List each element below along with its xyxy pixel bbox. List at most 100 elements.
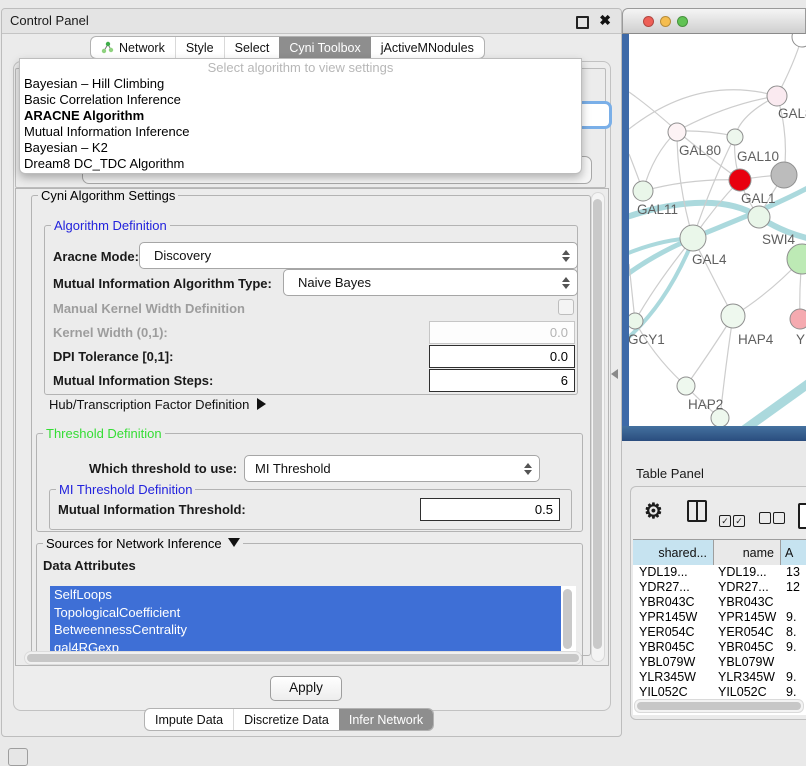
sources-title: Sources for Network Inference xyxy=(46,536,222,551)
column-header-name[interactable]: name xyxy=(714,540,781,566)
manual-kernel-label: Manual Kernel Width Definition xyxy=(53,301,245,316)
algorithm-option[interactable]: Bayesian – Hill Climbing xyxy=(20,76,581,92)
table-cell: YDL19... xyxy=(714,565,781,580)
tab-cyni-toolbox[interactable]: Cyni Toolbox xyxy=(279,37,370,58)
table-row[interactable]: YPR145WYPR145W9. xyxy=(633,610,806,625)
network-node-gcy1[interactable] xyxy=(629,313,643,329)
which-threshold-combo[interactable]: MI Threshold xyxy=(244,455,540,482)
table-cell: YDR27... xyxy=(633,580,714,595)
table-cell: 9. xyxy=(781,610,806,625)
network-node-gal11[interactable] xyxy=(633,181,653,201)
deselect-all-columns-icon[interactable] xyxy=(759,511,787,529)
close-icon[interactable]: ✖ xyxy=(599,12,611,29)
network-canvas[interactable]: GAL8GAL80GAL10GAL1GAL11SWI4GAL4GCY1HAP4Y… xyxy=(629,34,806,426)
network-node-hap4[interactable] xyxy=(721,304,745,328)
close-traffic-light[interactable] xyxy=(643,16,654,27)
data-attribute-item[interactable]: BetweennessCentrality xyxy=(50,621,561,639)
combo-stepper-icon xyxy=(523,463,532,475)
network-node-hap2[interactable] xyxy=(677,377,695,395)
algorithm-option[interactable]: Dream8 DC_TDC Algorithm xyxy=(20,156,581,172)
zoom-traffic-light[interactable] xyxy=(677,16,688,27)
data-attribute-item[interactable]: SelfLoops xyxy=(50,586,561,604)
algorithm-option[interactable]: Bayesian – K2 xyxy=(20,140,581,156)
combo-value: Discovery xyxy=(140,248,561,263)
mi-threshold-field[interactable]: 0.5 xyxy=(420,498,560,521)
float-window-icon[interactable] xyxy=(576,16,589,29)
table-cell: YIL052C xyxy=(633,685,714,700)
network-node-y[interactable] xyxy=(790,309,806,329)
tab-select[interactable]: Select xyxy=(224,37,280,58)
mi-threshold-definition-group: MI Threshold Definition Mutual Informati… xyxy=(49,489,572,530)
bottom-tabbar: Impute Data Discretize Data Infer Networ… xyxy=(144,708,434,731)
algorithm-option[interactable]: Basic Correlation Inference xyxy=(20,92,581,108)
algorithm-option[interactable]: Mutual Information Inference xyxy=(20,124,581,140)
aracne-mode-label: Aracne Mode: xyxy=(53,249,139,264)
mi-threshold-label: Mutual Information Threshold: xyxy=(58,502,246,517)
table-header: shared... name A xyxy=(633,539,806,567)
column-header-clipped[interactable]: A xyxy=(781,540,806,566)
collapse-down-icon xyxy=(228,538,240,547)
dropdown-placeholder: Select algorithm to view settings xyxy=(20,59,581,76)
table-cell: YER054C xyxy=(633,625,714,640)
tab-discretize-data[interactable]: Discretize Data xyxy=(233,709,339,730)
tab-label: Style xyxy=(186,41,214,55)
table-cell: YER054C xyxy=(714,625,781,640)
export-table-icon[interactable] xyxy=(798,503,806,529)
tab-jactivemnodules[interactable]: jActiveMNodules xyxy=(371,37,484,58)
minimize-traffic-light[interactable] xyxy=(660,16,671,27)
network-node-gal80[interactable] xyxy=(668,123,686,141)
tab-infer-network[interactable]: Infer Network xyxy=(339,709,433,730)
table-row[interactable]: YIL052CYIL052C9. xyxy=(633,685,806,700)
network-edge xyxy=(635,321,686,386)
data-attribute-item[interactable]: TopologicalCoefficient xyxy=(50,604,561,622)
dpi-tolerance-field[interactable]: 0.0 xyxy=(429,345,575,368)
mi-steps-field[interactable]: 6 xyxy=(429,369,575,392)
network-node-gal1[interactable] xyxy=(729,169,751,191)
tab-network[interactable]: Network xyxy=(91,37,175,58)
mi-type-combo[interactable]: Naive Bayes xyxy=(283,269,578,296)
group-title: MI Threshold Definition xyxy=(56,482,195,497)
table-cell: 8. xyxy=(781,625,806,640)
mi-steps-label: Mutual Information Steps: xyxy=(53,373,213,388)
settings-horizontal-scrollbar[interactable] xyxy=(24,651,582,665)
table-horizontal-scrollbar[interactable] xyxy=(634,699,804,713)
network-node-label: Y xyxy=(796,332,805,347)
control-panel-window: Control Panel ✖ Network Style Select Cyn… xyxy=(1,8,622,737)
aracne-mode-combo[interactable]: Discovery xyxy=(139,242,578,269)
panel-divider-arrow[interactable] xyxy=(611,369,618,379)
tab-impute-data[interactable]: Impute Data xyxy=(145,709,233,730)
network-node[interactable] xyxy=(771,162,797,188)
table-cell: YBR043C xyxy=(633,595,714,610)
select-all-columns-icon[interactable]: ✓✓ xyxy=(719,511,747,529)
apply-button[interactable]: Apply xyxy=(270,676,342,701)
algorithm-option[interactable]: ARACNE Algorithm xyxy=(20,108,581,124)
threshold-definition-group: Threshold Definition Which threshold to … xyxy=(36,433,583,532)
gear-icon[interactable]: ⚙ xyxy=(644,499,663,524)
settings-vertical-scrollbar[interactable] xyxy=(591,192,605,662)
network-node[interactable] xyxy=(792,34,806,47)
table-row[interactable]: YBR043CYBR043C xyxy=(633,595,806,610)
table-row[interactable]: YBR045CYBR045C9. xyxy=(633,640,806,655)
hub-tf-definition-header[interactable]: Hub/Transcription Factor Definition xyxy=(49,397,266,412)
tab-style[interactable]: Style xyxy=(175,37,224,58)
table-row[interactable]: YDR27...YDR27...12 xyxy=(633,580,806,595)
attributes-vertical-scrollbar[interactable] xyxy=(561,586,576,658)
column-layout-icon[interactable] xyxy=(687,500,707,522)
network-node-label: HAP2 xyxy=(688,397,723,412)
sources-header[interactable]: Sources for Network Inference xyxy=(43,536,243,551)
combo-stepper-icon xyxy=(561,250,570,262)
network-node[interactable] xyxy=(787,244,806,274)
table-row[interactable]: YLR345WYLR345W9. xyxy=(633,670,806,685)
network-node-gal10[interactable] xyxy=(727,129,743,145)
table-row[interactable]: YDL19...YDL19...13 xyxy=(633,565,806,580)
network-node-gal4[interactable] xyxy=(680,225,706,251)
table-row[interactable]: YBL079WYBL079W xyxy=(633,655,806,670)
column-header-shared-name[interactable]: shared... xyxy=(633,540,714,566)
table-cell: YPR145W xyxy=(633,610,714,625)
collapsed-panel-icon[interactable] xyxy=(8,748,28,766)
network-node-gal8[interactable] xyxy=(767,86,787,106)
network-node-swi4[interactable] xyxy=(748,206,770,228)
network-icon xyxy=(101,41,114,54)
table-row[interactable]: YER054CYER054C8. xyxy=(633,625,806,640)
window-frame xyxy=(622,426,806,441)
